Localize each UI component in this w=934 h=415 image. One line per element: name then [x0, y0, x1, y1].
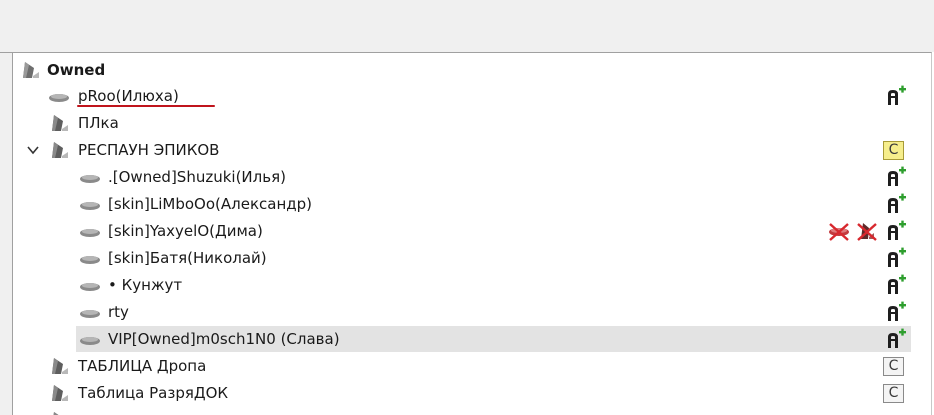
user-icon — [79, 275, 101, 295]
add-user-icon[interactable] — [885, 328, 907, 350]
channel-icon — [49, 113, 71, 133]
tree-item-channel[interactable]: ТАБЛИЦА Дропа C — [13, 353, 931, 379]
tree-item-user[interactable]: • Кунжут — [13, 272, 931, 298]
tree-item-user[interactable]: [skin]Батя(Николай) — [13, 245, 931, 271]
add-user-icon[interactable] — [885, 166, 907, 188]
channel-commander-badge: C — [883, 141, 904, 160]
tree-item-user[interactable]: rty — [13, 299, 931, 325]
add-user-icon[interactable] — [885, 85, 907, 107]
add-user-icon[interactable] — [885, 301, 907, 323]
channel-commander-badge: C — [883, 384, 904, 403]
red-underline-annotation — [77, 105, 215, 107]
channel-label: Таблица РазряДОК — [78, 384, 229, 402]
tree-root-label: Owned — [47, 61, 106, 79]
user-label: rty — [108, 303, 129, 321]
user-icon — [79, 221, 101, 241]
user-label: VIP[Owned]m0sch1N0 (Слава) — [108, 330, 340, 348]
tree-item-channel[interactable]: Таблица РазряДОК C — [13, 380, 931, 406]
user-label: [skin]Батя(Николай) — [108, 249, 267, 267]
channel-icon — [20, 60, 42, 80]
tree-item-channel-expanded[interactable]: РЕСПАУН ЭПИКОВ C — [13, 137, 931, 163]
user-icon — [79, 167, 101, 187]
user-icon — [79, 194, 101, 214]
user-icon — [79, 248, 101, 268]
channel-label: РЕСПАУН ЭПИКОВ — [78, 141, 220, 159]
add-user-icon[interactable] — [885, 193, 907, 215]
channel-icon — [49, 140, 71, 160]
tree-root-owned[interactable]: Owned — [13, 57, 931, 83]
add-user-icon[interactable] — [885, 247, 907, 269]
tree-item-user[interactable]: .[Owned]Shuzuki(Илья) — [13, 164, 931, 190]
tree-item-user[interactable]: [skin]YaxyelO(Дима) — [13, 218, 931, 244]
tree-item-user[interactable]: [skin]LiMboOo(Александр) — [13, 191, 931, 217]
user-icon — [79, 302, 101, 322]
tree-item-user[interactable]: pRoo(Илюха) — [13, 83, 931, 109]
user-label: .[Owned]Shuzuki(Илья) — [108, 168, 286, 186]
left-edge — [0, 52, 12, 415]
tree-item-user-selected[interactable]: VIP[Owned]m0sch1N0 (Слава) — [13, 326, 931, 352]
add-user-icon[interactable] — [885, 220, 907, 242]
user-icon — [48, 86, 70, 106]
channel-icon — [49, 410, 71, 415]
channel-label: ТАБЛИЦА Дропа — [78, 357, 207, 375]
channel-icon — [49, 356, 71, 376]
tree-item-channel[interactable]: ПЛка — [13, 110, 931, 136]
channel-tree[interactable]: Owned pRoo(Илюха) ПЛка РЕСПАУН ЭПИКОВ C — [12, 52, 932, 415]
chevron-down-icon[interactable] — [25, 142, 41, 158]
channel-commander-badge: C — [883, 357, 904, 376]
user-label: • Кунжут — [108, 276, 183, 294]
user-label: pRoo(Илюха) — [78, 87, 179, 105]
mic-muted-icon — [856, 220, 878, 242]
channel-label: ПЛка — [78, 114, 119, 132]
user-label: [skin]YaxyelO(Дима) — [108, 222, 263, 240]
speakers-muted-icon — [828, 220, 850, 242]
channel-icon — [49, 383, 71, 403]
user-icon — [79, 329, 101, 349]
toolbar-strip — [0, 0, 934, 52]
user-label: [skin]LiMboOo(Александр) — [108, 195, 313, 213]
add-user-icon[interactable] — [885, 274, 907, 296]
